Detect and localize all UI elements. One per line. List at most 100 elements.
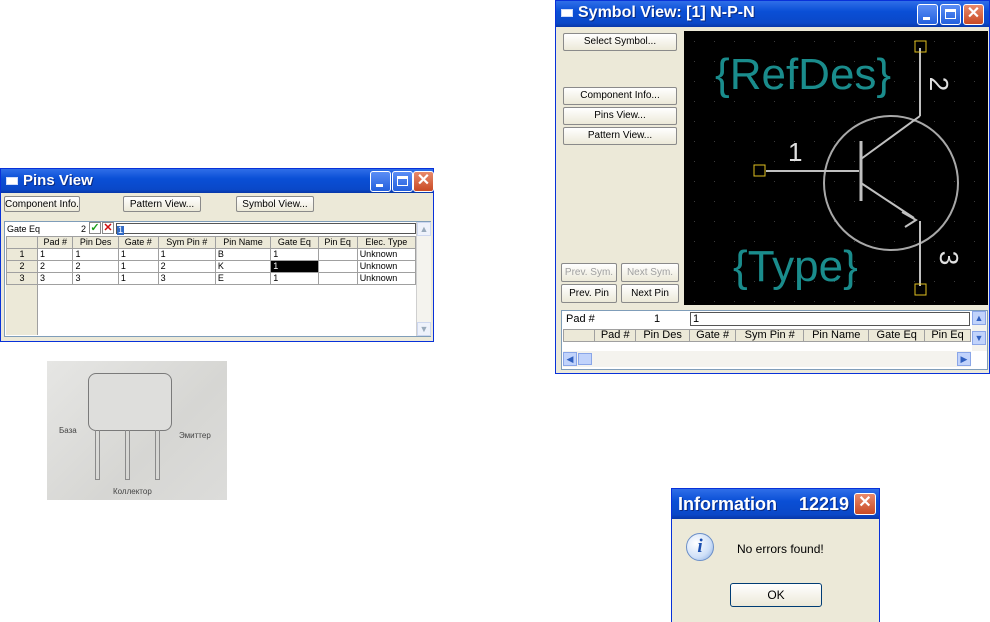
cancel-x-icon[interactable]: ✕ bbox=[102, 222, 114, 234]
pins-view-titlebar[interactable]: Pins View ✕ bbox=[1, 169, 434, 193]
column-header[interactable]: Gate Eq bbox=[868, 329, 926, 342]
symbol-canvas[interactable]: {RefDes} {Type} 1 2 3 bbox=[684, 31, 988, 305]
grid-dot bbox=[694, 161, 695, 162]
table-row[interactable]: 2 2 2 1 2 K 1 Unknown bbox=[6, 260, 417, 273]
column-header[interactable]: Gate Eq bbox=[270, 236, 319, 249]
table-cell[interactable] bbox=[317, 272, 358, 285]
table-cell[interactable]: 1 bbox=[270, 248, 319, 261]
table-cell[interactable] bbox=[317, 248, 358, 261]
column-header[interactable]: Pad # bbox=[36, 236, 74, 249]
maximize-button[interactable] bbox=[392, 171, 413, 192]
grid-dot bbox=[934, 301, 935, 302]
table-cell[interactable]: 3 bbox=[36, 272, 74, 285]
table-cell[interactable]: 1 bbox=[36, 248, 74, 261]
prev-pin-button[interactable]: Prev. Pin bbox=[561, 284, 617, 303]
row-number[interactable]: 3 bbox=[6, 272, 38, 285]
table-cell[interactable]: Unknown bbox=[356, 248, 417, 261]
pins-view-button[interactable]: Pins View... bbox=[563, 107, 677, 125]
grid-dot bbox=[694, 281, 695, 282]
component-info-button[interactable]: Component Info... bbox=[4, 196, 80, 212]
column-header[interactable] bbox=[563, 329, 595, 342]
column-header[interactable]: Pin Des bbox=[635, 329, 690, 342]
table-cell[interactable]: 2 bbox=[72, 260, 119, 273]
close-button[interactable]: ✕ bbox=[963, 4, 984, 25]
table-cell[interactable]: 1 bbox=[270, 272, 319, 285]
vertical-scrollbar[interactable]: ▲ ▼ bbox=[972, 311, 987, 351]
pattern-view-button[interactable]: Pattern View... bbox=[563, 127, 677, 145]
table-cell[interactable]: 2 bbox=[157, 260, 216, 273]
column-header[interactable]: Elec. Type bbox=[356, 236, 417, 249]
grid-dot bbox=[854, 201, 855, 202]
column-header[interactable]: Sym Pin # bbox=[735, 329, 805, 342]
table-cell[interactable]: 1 bbox=[117, 260, 159, 273]
table-cell[interactable]: 2 bbox=[36, 260, 74, 273]
ok-button[interactable]: OK bbox=[730, 583, 822, 607]
cell-edit-field[interactable]: 1 bbox=[116, 223, 416, 235]
symbol-view-button[interactable]: Symbol View... bbox=[236, 196, 314, 212]
minimize-button[interactable] bbox=[370, 171, 391, 192]
row-header-gutter bbox=[6, 285, 38, 335]
accept-check-icon[interactable]: ✓ bbox=[89, 222, 101, 234]
scroll-up-icon[interactable]: ▲ bbox=[417, 222, 431, 236]
table-cell[interactable]: Unknown bbox=[356, 260, 417, 273]
scroll-down-icon[interactable]: ▼ bbox=[417, 322, 431, 336]
prev-sym-button[interactable]: Prev. Sym. bbox=[561, 263, 617, 282]
information-title: Information bbox=[678, 494, 777, 514]
table-cell[interactable]: 1 bbox=[117, 272, 159, 285]
pin1-number: 1 bbox=[788, 137, 803, 167]
grid-dot bbox=[954, 61, 955, 62]
table-cell[interactable]: Unknown bbox=[356, 272, 417, 285]
table-cell[interactable]: 3 bbox=[157, 272, 216, 285]
table-row[interactable]: 1 1 1 1 1 B 1 Unknown bbox=[6, 248, 417, 261]
table-row[interactable]: 3 3 3 1 3 E 1 Unknown bbox=[6, 272, 417, 285]
pad-edit-field[interactable]: 1 bbox=[690, 312, 970, 326]
pattern-view-button[interactable]: Pattern View... bbox=[123, 196, 201, 212]
symbol-view-titlebar[interactable]: Symbol View: [1] N-P-N ✕ bbox=[556, 1, 989, 27]
column-header[interactable]: Pad # bbox=[593, 329, 637, 342]
column-header[interactable]: Pin Eq bbox=[317, 236, 358, 249]
table-cell[interactable] bbox=[317, 260, 358, 273]
select-symbol-button[interactable]: Select Symbol... bbox=[563, 33, 677, 51]
close-button[interactable]: ✕ bbox=[413, 171, 434, 192]
maximize-button[interactable] bbox=[940, 4, 961, 25]
column-header[interactable]: Pin Eq bbox=[924, 329, 971, 342]
table-cell[interactable]: 1 bbox=[72, 248, 119, 261]
scroll-right-icon[interactable]: ▶ bbox=[957, 352, 971, 366]
scroll-left-icon[interactable]: ◀ bbox=[563, 352, 577, 366]
table-cell[interactable]: E bbox=[214, 272, 272, 285]
grid-dot bbox=[874, 201, 875, 202]
column-header[interactable]: Sym Pin # bbox=[157, 236, 216, 249]
table-cell[interactable]: K bbox=[214, 260, 272, 273]
table-cell[interactable]: 1 bbox=[117, 248, 159, 261]
vertical-scrollbar[interactable]: ▲ ▼ bbox=[416, 222, 431, 336]
grid-dot bbox=[874, 121, 875, 122]
column-header[interactable] bbox=[6, 236, 38, 249]
column-header[interactable]: Pin Name bbox=[214, 236, 272, 249]
grid-dot bbox=[894, 181, 895, 182]
table-cell[interactable]: B bbox=[214, 248, 272, 261]
column-header[interactable]: Pin Des bbox=[72, 236, 119, 249]
next-pin-button[interactable]: Next Pin bbox=[621, 284, 679, 303]
table-cell[interactable]: 3 bbox=[72, 272, 119, 285]
table-cell[interactable]: 1 bbox=[157, 248, 216, 261]
row-number[interactable]: 2 bbox=[6, 260, 38, 273]
next-sym-button[interactable]: Next Sym. bbox=[621, 263, 679, 282]
minimize-button[interactable] bbox=[917, 4, 938, 25]
horizontal-scrollbar[interactable]: ◀ ▶ bbox=[563, 351, 971, 367]
selected-table-cell[interactable]: 1 bbox=[270, 260, 319, 273]
symbol-pins-table: Pad # Pin Des Gate # Sym Pin # Pin Name … bbox=[563, 329, 971, 342]
scroll-up-icon[interactable]: ▲ bbox=[972, 311, 986, 325]
grid-dot bbox=[874, 241, 875, 242]
column-header[interactable]: Pin Name bbox=[803, 329, 870, 342]
information-dialog: Information 12219 ✕ i No errors found! O… bbox=[671, 488, 880, 622]
column-header[interactable]: Gate # bbox=[688, 329, 737, 342]
pin1-pad[interactable] bbox=[753, 164, 766, 177]
row-number[interactable]: 1 bbox=[6, 248, 38, 261]
information-titlebar[interactable]: Information 12219 ✕ bbox=[672, 489, 879, 519]
scroll-down-icon[interactable]: ▼ bbox=[972, 331, 986, 345]
component-info-button[interactable]: Component Info... bbox=[563, 87, 677, 105]
column-header[interactable]: Gate # bbox=[117, 236, 159, 249]
scroll-thumb[interactable] bbox=[578, 353, 592, 365]
grid-dot bbox=[854, 121, 855, 122]
close-button[interactable]: ✕ bbox=[854, 493, 876, 515]
